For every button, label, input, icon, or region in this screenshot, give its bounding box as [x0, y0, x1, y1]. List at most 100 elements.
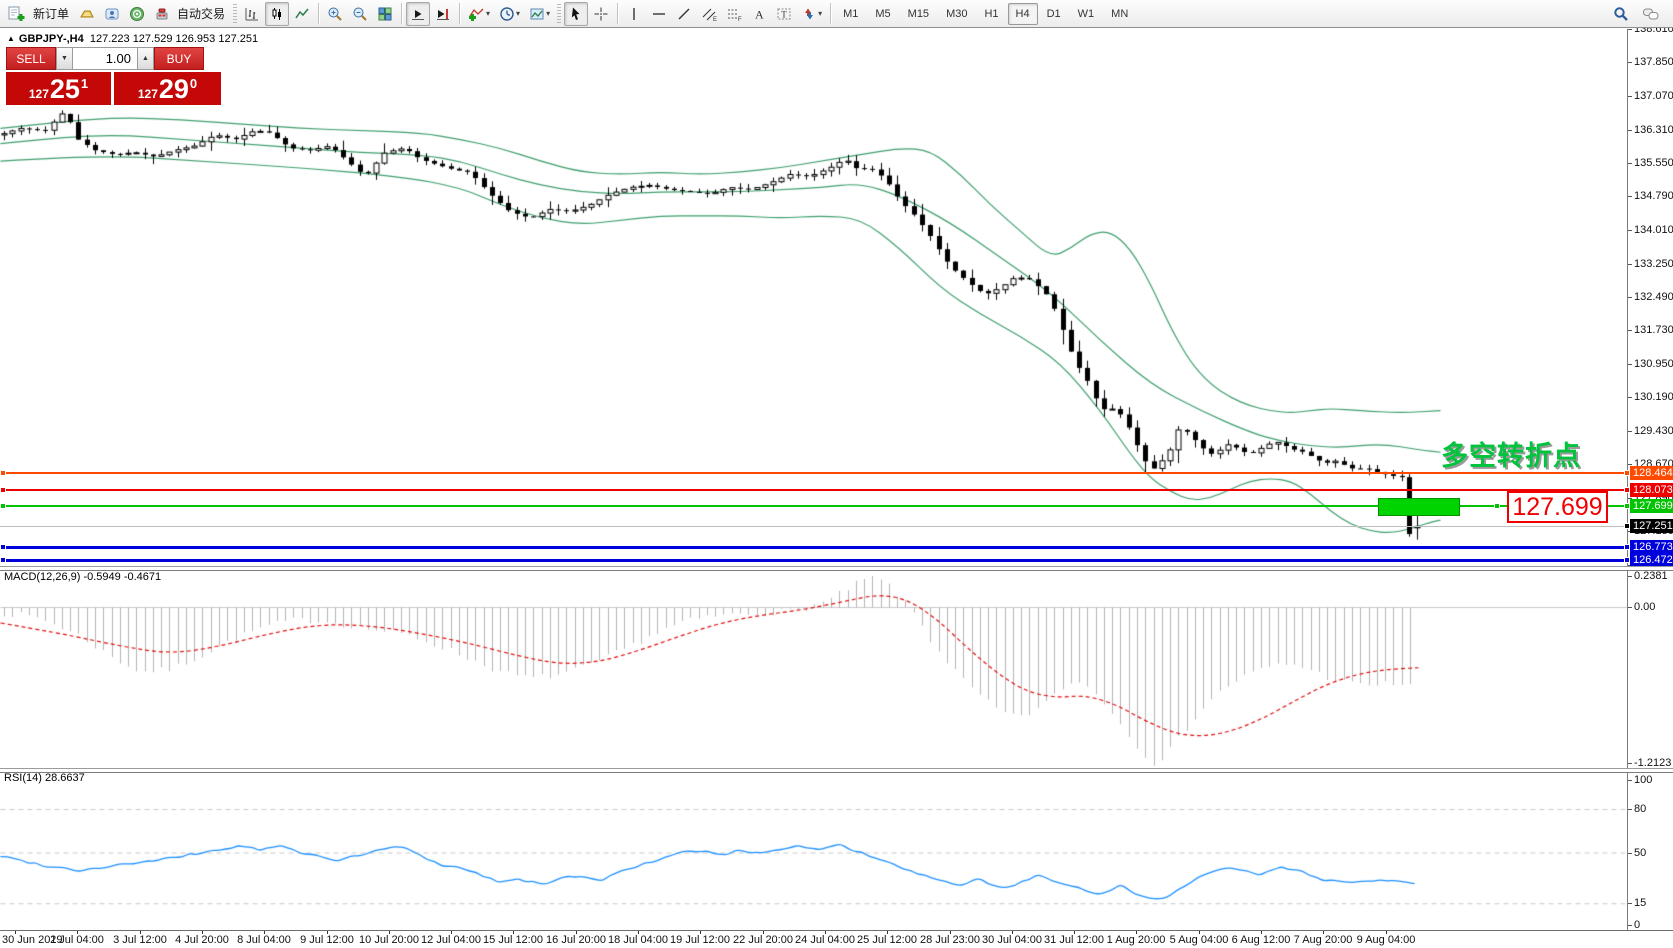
time-tick-label: 5 Aug 04:00	[1170, 934, 1229, 946]
price-tick-mark	[1628, 364, 1632, 365]
text-button[interactable]: A	[747, 2, 771, 26]
macd-canvas[interactable]	[0, 569, 1627, 768]
level-line-handle[interactable]	[0, 544, 6, 550]
chat-button[interactable]	[1639, 2, 1663, 26]
navigator-button[interactable]	[100, 2, 124, 26]
price-axis[interactable]: 138.610137.850137.070136.310135.550134.7…	[1627, 29, 1673, 930]
timeframe-m1[interactable]: M1	[835, 3, 866, 25]
time-tick-label: 18 Jul 04:00	[608, 934, 668, 946]
periods-button[interactable]: ▾	[495, 2, 524, 26]
crosshair-icon	[593, 6, 609, 22]
auto-trading-label[interactable]: 自动交易	[175, 5, 230, 22]
template-icon	[529, 6, 545, 22]
price-tick-mark	[1628, 62, 1632, 63]
symbol-ohlc-header: ▲GBPJPY-,H4 127.223 127.529 126.953 127.…	[7, 33, 258, 45]
sell-price-point: 1	[81, 76, 88, 91]
clock-icon	[499, 6, 515, 22]
current-price-badge-marker	[1624, 523, 1630, 529]
price-tick-label: 132.490	[1634, 291, 1673, 303]
timeframe-m5[interactable]: M5	[867, 3, 898, 25]
level-line-handle[interactable]	[0, 557, 6, 563]
level-line-handle[interactable]	[0, 487, 6, 493]
templates-button[interactable]: ▾	[525, 2, 554, 26]
time-tick-label: 8 Jul 04:00	[237, 934, 291, 946]
tile-windows-icon	[377, 6, 393, 22]
pane-separator[interactable]	[0, 768, 1673, 773]
signal-button[interactable]	[125, 2, 149, 26]
time-tick-label: 1 Aug 20:00	[1107, 934, 1166, 946]
candlestick-button[interactable]	[265, 2, 289, 26]
volume-increase-button[interactable]: ▲	[137, 47, 154, 70]
auto-scroll-button[interactable]	[406, 2, 430, 26]
text-label-button[interactable]: T	[772, 2, 796, 26]
time-axis[interactable]: 30 Jun 20192 Jul 04:003 Jul 12:004 Jul 2…	[0, 930, 1673, 948]
zoom-out-button[interactable]	[348, 2, 372, 26]
crosshair-button[interactable]	[589, 2, 613, 26]
price-tick-label: 136.310	[1634, 124, 1673, 136]
equidistant-channel-button[interactable]: E	[697, 2, 721, 26]
price-tick-mark	[1628, 196, 1632, 197]
bar-chart-button[interactable]	[240, 2, 264, 26]
level-line-handle[interactable]	[0, 470, 6, 476]
arrows-button[interactable]: ▾	[797, 2, 826, 26]
price-tick-label: 134.790	[1634, 190, 1673, 202]
trendline-icon	[676, 6, 692, 22]
sell-button[interactable]: SELL	[6, 47, 56, 70]
trendline-button[interactable]	[672, 2, 696, 26]
timeframe-mn[interactable]: MN	[1103, 3, 1136, 25]
cursor-button[interactable]	[564, 2, 588, 26]
highlight-zone[interactable]	[1378, 498, 1460, 516]
tile-windows-button[interactable]	[373, 2, 397, 26]
sell-price[interactable]: 127 25 1	[6, 72, 111, 105]
rsi-tick-mark	[1628, 853, 1632, 854]
new-order-label[interactable]: 新订单	[31, 5, 74, 22]
line-chart-button[interactable]	[290, 2, 314, 26]
horizontal-line-button[interactable]	[647, 2, 671, 26]
pane-separator[interactable]	[0, 566, 1673, 571]
timeframe-m30[interactable]: M30	[938, 3, 975, 25]
rsi-tick-label: 15	[1634, 897, 1646, 909]
indicators-button[interactable]: ▾	[464, 2, 494, 26]
chart-shift-button[interactable]	[431, 2, 455, 26]
volume-input[interactable]	[73, 47, 137, 70]
buy-button[interactable]: BUY	[154, 47, 204, 70]
buy-price[interactable]: 127 29 0	[114, 72, 221, 105]
price-tick-mark	[1628, 264, 1632, 265]
price-chart-canvas[interactable]	[0, 29, 1627, 566]
auto-trading-button[interactable]	[150, 2, 174, 26]
price-badge-128.073: 128.073	[1630, 483, 1673, 497]
vertical-line-button[interactable]	[622, 2, 646, 26]
collapse-panel-icon[interactable]: ▲	[7, 34, 15, 43]
rsi-tick-label: 80	[1634, 803, 1646, 815]
price-callout-box[interactable]: 127.699	[1507, 491, 1608, 523]
level-line-handle[interactable]	[0, 503, 6, 509]
timeframe-m15[interactable]: M15	[900, 3, 937, 25]
macd-tick-mark	[1628, 607, 1632, 608]
time-tick-label: 7 Aug 20:00	[1294, 934, 1353, 946]
fibonacci-button[interactable]: F	[722, 2, 746, 26]
level-line-126.472[interactable]	[0, 559, 1627, 562]
zoom-in-button[interactable]	[323, 2, 347, 26]
level-line-126.773[interactable]	[0, 546, 1627, 549]
timeframe-h1[interactable]: H1	[976, 3, 1006, 25]
navigator-icon	[104, 6, 120, 22]
gold-ingot-button[interactable]	[75, 2, 99, 26]
auto-trading-icon	[154, 6, 170, 22]
time-tick-label: 28 Jul 23:00	[920, 934, 980, 946]
volume-decrease-button[interactable]: ▼	[56, 47, 73, 70]
text-icon: A	[751, 6, 767, 22]
rsi-canvas[interactable]	[0, 771, 1627, 930]
level-line-128.073[interactable]	[0, 489, 1627, 491]
price-badge-128.464-marker	[1624, 470, 1630, 476]
price-tick-mark	[1628, 297, 1632, 298]
timeframe-w1[interactable]: W1	[1070, 3, 1103, 25]
new-order-button[interactable]	[4, 2, 30, 26]
timeframe-h4[interactable]: H4	[1008, 3, 1038, 25]
timeframe-d1[interactable]: D1	[1039, 3, 1069, 25]
level-line-128.464[interactable]	[0, 472, 1627, 474]
annotation-text[interactable]: 多空转折点	[1441, 434, 1581, 473]
line-chart-icon	[294, 6, 310, 22]
bar-open: 127.223	[90, 33, 130, 45]
time-tick-label: 2 Jul 04:00	[50, 934, 104, 946]
search-button[interactable]	[1609, 2, 1633, 26]
